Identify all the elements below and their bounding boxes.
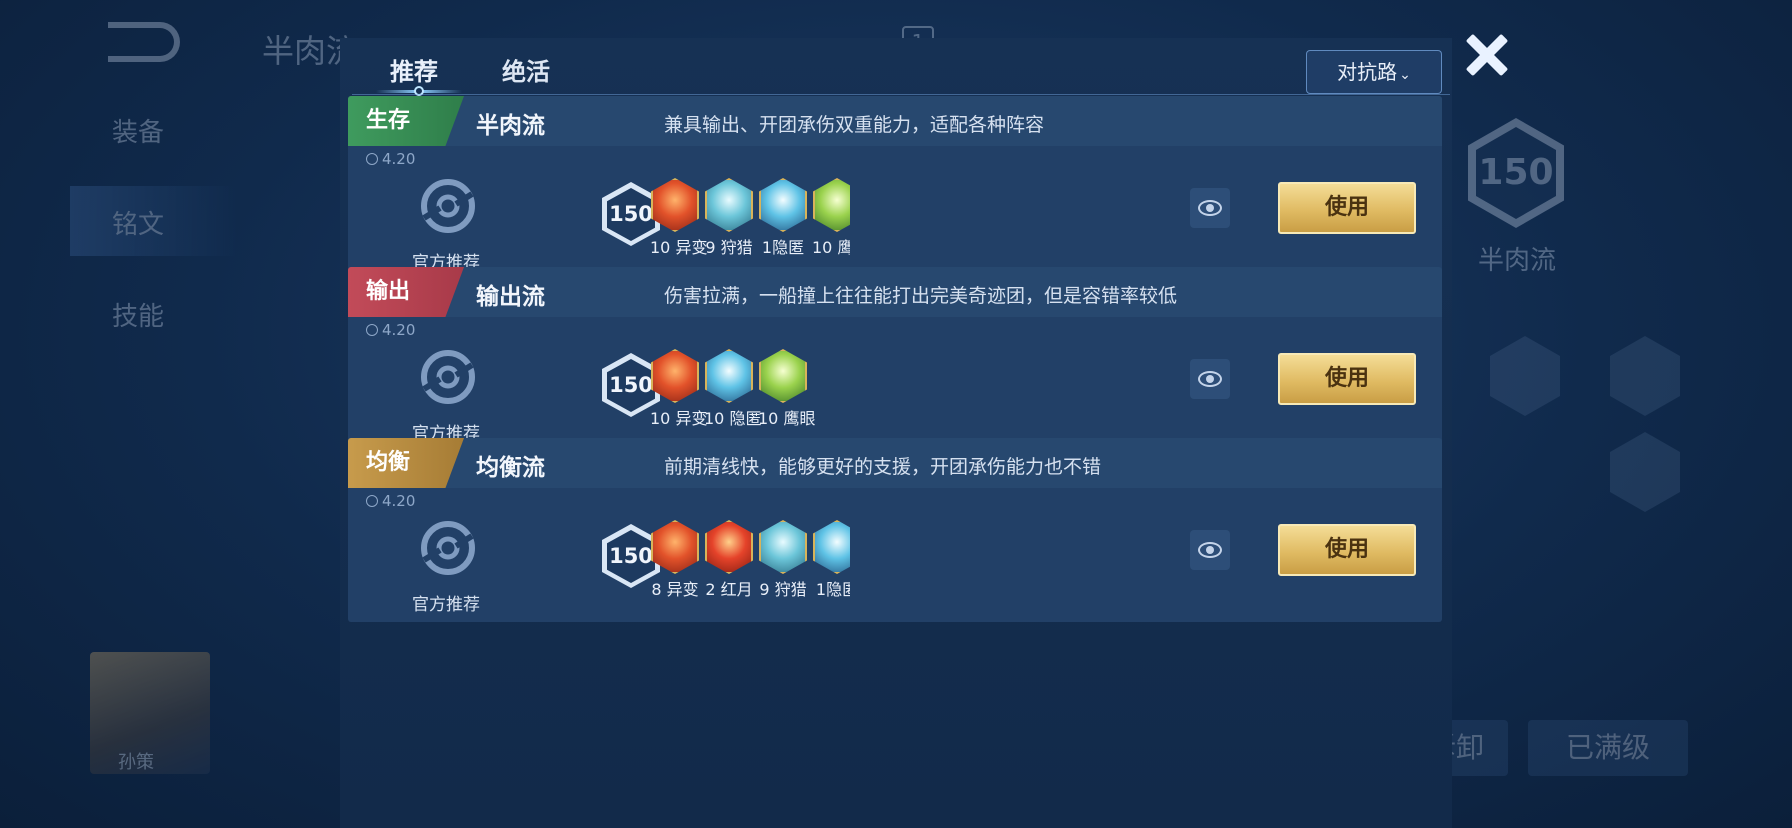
chevron-down-icon: ⌄ [1399, 67, 1411, 83]
rune-item: 2 红月 [704, 520, 754, 600]
rune-red-icon [651, 520, 699, 574]
rune-list[interactable]: 8 异变 2 红月 9 狩猎 1隐匿 [646, 520, 850, 610]
version-text: 4.20 [382, 321, 416, 339]
rune-item: 10 异变 [650, 349, 708, 429]
bg-sidebar-item-skills[interactable]: 技能 [112, 296, 164, 333]
rune-label: 8 异变 [651, 580, 699, 599]
tab-recommended[interactable]: 推荐 [390, 52, 438, 87]
rune-item: 10 鹰眼 [758, 349, 816, 429]
preview-eye-button[interactable] [1190, 359, 1230, 399]
rune-label: 9 狩猎 [705, 238, 753, 257]
rune-label: 10 鹰眼 [758, 409, 816, 428]
version-text: 4.20 [382, 150, 416, 168]
tab-divider [352, 94, 1450, 95]
rune-blue-wing-icon [705, 178, 753, 232]
use-button[interactable]: 使用 [1278, 353, 1416, 405]
rune-item: 9 狩猎 [704, 178, 754, 258]
rune-blue-flame-icon [705, 349, 753, 403]
version-label: 4.20 [366, 492, 415, 510]
rune-blue-flame-icon [813, 520, 850, 574]
close-icon[interactable] [1462, 30, 1512, 80]
plan-title: 均衡流 [476, 455, 545, 481]
official-recommend-icon [421, 179, 475, 233]
clock-icon [366, 153, 378, 165]
plan-tag: 生存 [348, 96, 464, 146]
plan-description: 兼具输出、开团承伤双重能力，适配各种阵容 [664, 114, 1045, 136]
back-arrow-icon[interactable] [108, 22, 180, 62]
plan-tag: 均衡 [348, 438, 464, 488]
rune-label: 1隐匿 [815, 580, 850, 599]
official-recommend-icon [421, 350, 475, 404]
version-label: 4.20 [366, 321, 415, 339]
bg-plan-name: 半肉流 [1478, 246, 1557, 276]
rune-list[interactable]: 10 异变 10 隐匿 10 鹰眼 [646, 349, 850, 439]
rune-list[interactable]: 10 异变 9 狩猎 1隐匿 10 鹰眼 [646, 178, 850, 268]
plan-description: 前期清线快，能够更好的支援，开团承伤能力也不错 [664, 456, 1102, 478]
tab-signature[interactable]: 绝活 [502, 52, 550, 87]
bg-max-level-button[interactable]: 已满级 [1528, 720, 1688, 776]
bg-sidebar-item-equipment[interactable]: 装备 [112, 112, 164, 149]
rune-plan-card: 输出 输出流 伤害拉满，一船撞上往往能打出完美奇迹团，但是容错率较低 4.20 … [348, 267, 1442, 451]
rune-label: 10 隐匿 [704, 409, 762, 428]
rune-green-icon [759, 349, 807, 403]
rune-label: 10 异变 [650, 238, 708, 257]
use-button[interactable]: 使用 [1278, 182, 1416, 234]
rune-plan-card: 均衡 均衡流 前期清线快，能够更好的支援，开团承伤能力也不错 4.20 官方推荐… [348, 438, 1442, 622]
preview-eye-button[interactable] [1190, 530, 1230, 570]
official-recommend-icon [421, 521, 475, 575]
rune-item: 1隐匿 [758, 178, 808, 258]
rune-item: 10 鹰眼 [812, 178, 850, 258]
hero-name: 孙策 [118, 752, 154, 773]
rune-item: 10 隐匿 [704, 349, 762, 429]
preview-eye-button[interactable] [1190, 188, 1230, 228]
clock-icon [366, 324, 378, 336]
rune-label: 2 红月 [705, 580, 753, 599]
plan-title: 输出流 [476, 284, 545, 310]
rune-item: 10 异变 [650, 178, 708, 258]
plan-title: 半肉流 [476, 113, 545, 139]
rune-item: 8 异变 [650, 520, 700, 600]
rune-label: 9 狩猎 [759, 580, 807, 599]
recommendation-modal: 推荐 绝活 对抗路 ⌄ 生存 半肉流 兼具输出、开团承伤双重能力，适配各种阵容 4… [340, 38, 1452, 828]
official-recommend-label: 官方推荐 [412, 595, 480, 615]
bg-sidebar-item-inscription[interactable]: 铭文 [112, 204, 164, 241]
rune-item: 1隐匿 [812, 520, 850, 600]
lane-dropdown[interactable]: 对抗路 ⌄ [1306, 50, 1442, 94]
version-text: 4.20 [382, 492, 416, 510]
rune-label: 1隐匿 [761, 238, 805, 257]
lane-dropdown-label: 对抗路 [1337, 60, 1398, 84]
rune-item: 9 狩猎 [758, 520, 808, 600]
plan-description: 伤害拉满，一船撞上往往能打出完美奇迹团，但是容错率较低 [664, 285, 1178, 307]
rune-blue-flame-icon [759, 178, 807, 232]
version-label: 4.20 [366, 150, 415, 168]
rune-label: 10 鹰眼 [812, 238, 850, 257]
rune-red-moon-icon [705, 520, 753, 574]
rune-red-icon [651, 349, 699, 403]
rune-blue-wing-icon [759, 520, 807, 574]
plan-tag: 输出 [348, 267, 464, 317]
rune-plan-card: 生存 半肉流 兼具输出、开团承伤双重能力，适配各种阵容 4.20 官方推荐 15… [348, 96, 1442, 280]
use-button[interactable]: 使用 [1278, 524, 1416, 576]
clock-icon [366, 495, 378, 507]
rune-label: 10 异变 [650, 409, 708, 428]
rune-green-icon [813, 178, 850, 232]
rune-red-icon [651, 178, 699, 232]
